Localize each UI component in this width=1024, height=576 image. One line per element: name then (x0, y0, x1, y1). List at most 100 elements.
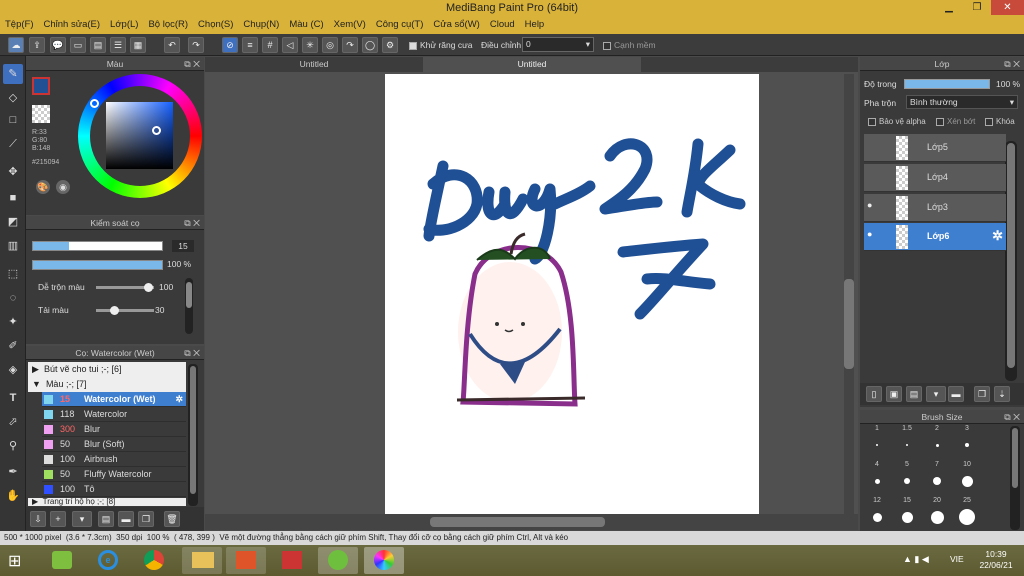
select-pen-tool-icon[interactable]: ✐ (3, 336, 23, 356)
document-icon[interactable]: ▤ (90, 37, 106, 53)
language-indicator[interactable]: VIE (950, 554, 964, 564)
brush-item[interactable]: 15 Watercolor (Wet) ✲ (42, 392, 186, 407)
blend-slider[interactable] (96, 283, 154, 292)
brush-size-scrollbar[interactable] (1010, 426, 1020, 530)
minimize-button[interactable]: ▁ (935, 0, 963, 15)
eye-icon[interactable]: ● (867, 200, 872, 210)
menu-color[interactable]: Màu (C) (284, 17, 328, 32)
undo-icon[interactable]: ↶ (164, 37, 180, 53)
eyedropper-tool-icon[interactable]: ✒ (3, 462, 23, 482)
cloud-download-icon[interactable]: ⇩ (30, 511, 46, 527)
brush-size-cell[interactable]: 5 (892, 461, 922, 491)
tab-untitled-2[interactable]: Untitled (423, 57, 641, 72)
saturation-value-square[interactable] (106, 102, 173, 169)
perspective-snap-icon[interactable]: ◁ (282, 37, 298, 53)
new-8bit-layer-icon[interactable]: ▤ (906, 386, 922, 402)
brush-size-cell[interactable]: 1 (862, 425, 892, 455)
comment-icon[interactable]: 💬 (50, 37, 66, 53)
operation-tool-icon[interactable]: ⬀ (3, 412, 23, 432)
duplicate-icon[interactable]: ❐ (138, 511, 154, 527)
maximize-button[interactable]: ❐ (963, 0, 991, 15)
clip-app-icon[interactable] (318, 547, 358, 574)
fill-shape-tool-icon[interactable]: ■ (3, 188, 23, 208)
medibang-taskbar-icon[interactable] (364, 547, 404, 574)
cloud-icon[interactable]: ☁ (8, 37, 24, 53)
dropper-tool-icon[interactable]: ⚲ (3, 436, 23, 456)
add-brush-icon[interactable]: + (50, 511, 66, 527)
brush-item[interactable]: 50 Fluffy Watercolor (42, 467, 186, 482)
layer-scrollbar[interactable] (1005, 141, 1017, 381)
scroll-thumb[interactable] (1012, 428, 1018, 488)
panel-controls-icon[interactable]: ⧉ ✕ (1004, 410, 1020, 424)
scroll-thumb[interactable] (430, 517, 605, 527)
radial-snap-icon[interactable]: ✳ (302, 37, 318, 53)
parallel-snap-icon[interactable]: ≡ (242, 37, 258, 53)
layer-row[interactable]: Lớp5 (864, 134, 1006, 162)
chrome-icon[interactable] (134, 547, 174, 574)
office-icon[interactable] (226, 547, 266, 574)
bluestacks-icon[interactable] (42, 547, 82, 574)
menu-edit[interactable]: Chỉnh sửa(E) (39, 17, 106, 32)
edit-brush-icon[interactable]: ▤ (98, 511, 114, 527)
color-history-icon[interactable]: ◉ (56, 180, 70, 194)
gear-icon[interactable]: ✲ (992, 228, 1003, 244)
menu-layer[interactable]: Lớp(L) (105, 17, 143, 32)
menu-help[interactable]: Help (520, 17, 550, 32)
palette-icon[interactable]: 🎨 (36, 180, 50, 194)
line-tool-icon[interactable]: ⟋ (3, 134, 23, 154)
brush-size-cell[interactable]: 1.5 (892, 425, 922, 455)
brush-list-scrollbar[interactable] (188, 364, 198, 506)
brush-item[interactable]: 300 Blur (42, 422, 186, 437)
add-menu-icon[interactable]: ▾ (72, 511, 92, 527)
tools-app-icon[interactable] (272, 547, 312, 574)
panel-controls-icon[interactable]: ⧉ ✕ (184, 346, 200, 360)
magic-wand-tool-icon[interactable]: ✦ (3, 312, 23, 332)
new-layer-icon[interactable]: ▯ (866, 386, 882, 402)
windows-start-icon[interactable]: ⊞ (8, 551, 21, 571)
document-canvas[interactable] (385, 74, 759, 514)
horizontal-scrollbar[interactable] (205, 514, 858, 530)
eye-icon[interactable]: ● (867, 229, 872, 239)
brush-group-pens[interactable]: ▶ Bút vẽ cho tui ;-; [6] (28, 362, 186, 377)
close-button[interactable]: ✕ (991, 0, 1024, 15)
panel-controls-icon[interactable]: ⧉ ✕ (1004, 57, 1020, 71)
grid-snap-icon[interactable]: # (262, 37, 278, 53)
grid-doc-icon[interactable]: ▦ (130, 37, 146, 53)
menu-view[interactable]: Xem(V) (329, 17, 371, 32)
menu-tools[interactable]: Công cụ(T) (371, 17, 429, 32)
hue-cursor[interactable] (90, 99, 99, 108)
brush-control-scrollbar[interactable] (185, 278, 193, 334)
layer-row[interactable]: Lớp4 (864, 164, 1006, 192)
brush-size-cell[interactable]: 3 (952, 425, 982, 455)
brush-size-cell[interactable]: 7 (922, 461, 952, 491)
brush-item[interactable]: 100 Tô (42, 482, 186, 497)
foreground-color-swatch[interactable] (32, 77, 50, 95)
sv-cursor[interactable] (152, 126, 161, 135)
chat-icon[interactable]: ▭ (70, 37, 86, 53)
bucket-tool-icon[interactable]: ◩ (3, 212, 23, 232)
menu-select[interactable]: Chọn(S) (193, 17, 238, 32)
brush-group-decor[interactable]: ▶ Trang trí hộ họ ;-; [8] (28, 498, 186, 506)
folder-icon[interactable]: ▬ (948, 386, 964, 402)
menu-cloud[interactable]: Cloud (485, 17, 520, 32)
tab-untitled-1[interactable]: Untitled (205, 57, 423, 72)
concentric-snap-icon[interactable]: ◎ (322, 37, 338, 53)
brush-size-slider[interactable] (32, 241, 163, 251)
circle-snap-icon[interactable]: ◯ (362, 37, 378, 53)
layer-row-selected[interactable]: ● Lớp6 ✲ (864, 223, 1006, 251)
brush-tool-icon[interactable]: ✎ (3, 64, 23, 84)
scroll-thumb[interactable] (1007, 143, 1015, 368)
brush-size-cell[interactable]: 2 (922, 425, 952, 455)
ie-icon[interactable]: e (88, 547, 128, 574)
scroll-thumb[interactable] (186, 282, 192, 308)
hand-tool-icon[interactable]: ✋ (3, 486, 23, 506)
gear-icon[interactable]: ✲ (175, 392, 183, 407)
menu-filter[interactable]: Bộ lọc(R) (143, 17, 193, 32)
folder-icon[interactable]: ▬ (118, 511, 134, 527)
menu-snap[interactable]: Chụp(N) (238, 17, 284, 32)
gradient-tool-icon[interactable]: ▥ (3, 236, 23, 256)
soft-edge-checkbox[interactable]: Cạnh mềm (603, 40, 656, 50)
select-eraser-tool-icon[interactable]: ◈ (3, 360, 23, 380)
panel-controls-icon[interactable]: ⧉ ✕ (184, 57, 200, 71)
new-halftone-layer-icon[interactable]: ▣ (886, 386, 902, 402)
